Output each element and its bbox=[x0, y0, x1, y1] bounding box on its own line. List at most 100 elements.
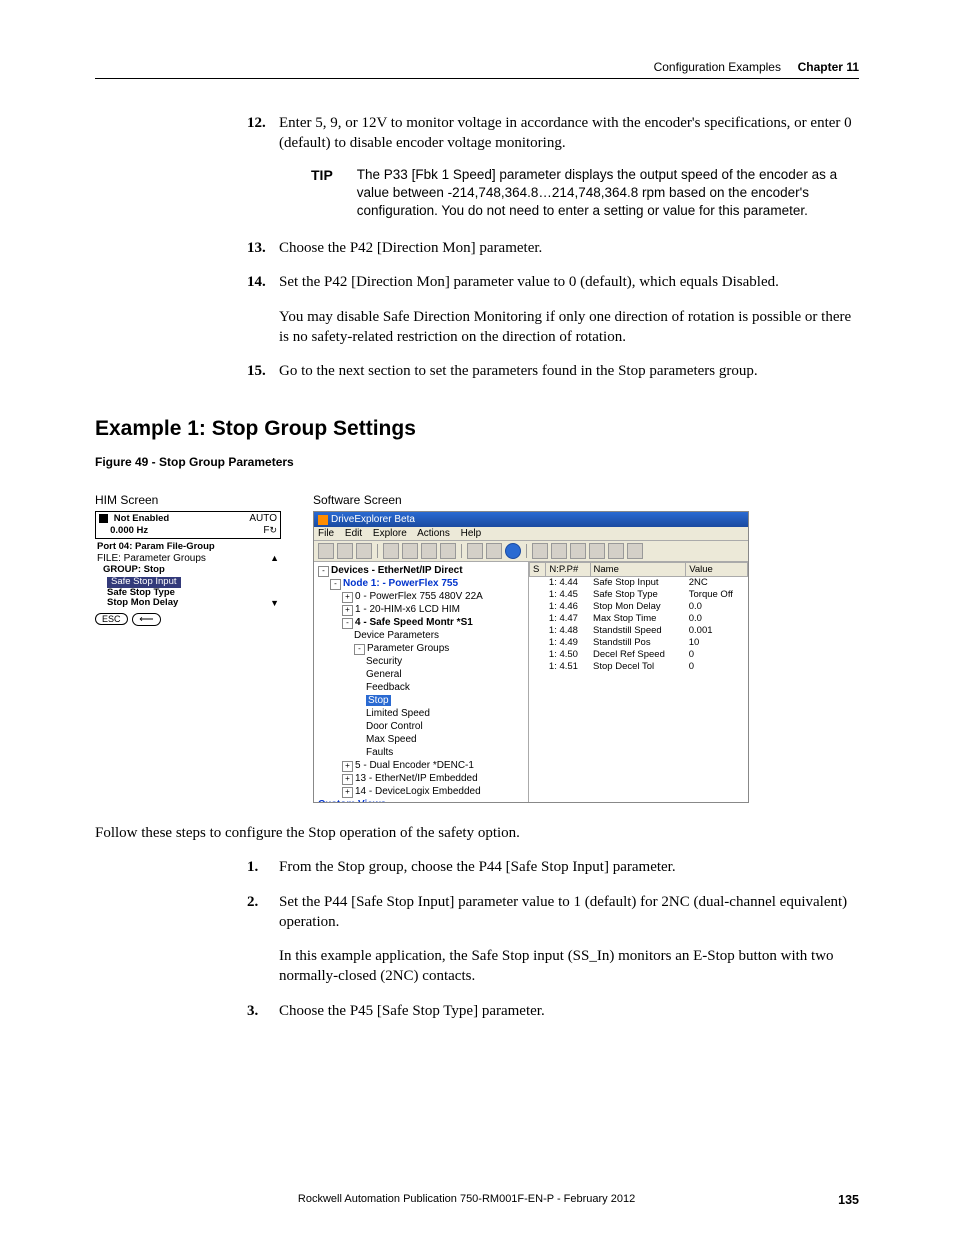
table-row[interactable]: 1: 4.49Standstill Pos10 bbox=[530, 637, 748, 649]
menu-actions[interactable]: Actions bbox=[417, 528, 450, 539]
tree-pg-faults[interactable]: Faults bbox=[366, 746, 526, 759]
page: Configuration Examples Chapter 11 12. En… bbox=[0, 0, 954, 1235]
toolbar-sep bbox=[526, 544, 527, 558]
table-row[interactable]: 1: 4.50Decel Ref Speed0 bbox=[530, 649, 748, 661]
expand-icon[interactable]: + bbox=[342, 605, 353, 616]
step-number: 3. bbox=[247, 1001, 258, 1021]
table-row[interactable]: 1: 4.45Safe Stop TypeTorque Off bbox=[530, 589, 748, 601]
collapse-icon[interactable]: - bbox=[318, 566, 329, 577]
collapse-icon[interactable]: - bbox=[330, 579, 341, 590]
page-footer: Rockwell Automation Publication 750-RM00… bbox=[95, 1193, 859, 1207]
toolbar-icon[interactable] bbox=[383, 543, 399, 559]
col-name[interactable]: Name bbox=[590, 563, 686, 577]
him-status-text: Not Enabled bbox=[114, 513, 169, 524]
collapse-icon[interactable]: - bbox=[354, 644, 365, 655]
toolbar-icon[interactable] bbox=[467, 543, 483, 559]
him-item-selected[interactable]: Safe Stop Input bbox=[107, 577, 181, 588]
menu-bar: File Edit Explore Actions Help bbox=[314, 527, 748, 541]
menu-file[interactable]: File bbox=[318, 528, 334, 539]
toolbar-icon[interactable] bbox=[440, 543, 456, 559]
toolbar-icon[interactable] bbox=[608, 543, 624, 559]
step-number: 1. bbox=[247, 857, 258, 877]
tree-pg-general[interactable]: General bbox=[366, 668, 526, 681]
tree-param-groups[interactable]: Parameter Groups bbox=[367, 643, 449, 654]
step-number: 15. bbox=[247, 361, 266, 381]
col-np[interactable]: N:P.P# bbox=[546, 563, 590, 577]
step-number: 13. bbox=[247, 238, 266, 258]
toolbar-icon[interactable] bbox=[551, 543, 567, 559]
step-text: Choose the P42 [Direction Mon] parameter… bbox=[279, 240, 542, 256]
step-text: Set the P42 [Direction Mon] parameter va… bbox=[279, 274, 779, 290]
menu-explore[interactable]: Explore bbox=[373, 528, 407, 539]
expand-icon[interactable]: + bbox=[342, 774, 353, 785]
toolbar bbox=[314, 541, 748, 562]
tree-node-1[interactable]: Node 1: - PowerFlex 755 bbox=[343, 578, 458, 589]
expand-icon[interactable]: + bbox=[342, 787, 353, 798]
toolbar-icon[interactable] bbox=[570, 543, 586, 559]
him-item[interactable]: Stop Mon Delay bbox=[107, 598, 178, 610]
tree-pg-limited-speed[interactable]: Limited Speed bbox=[366, 707, 526, 720]
toolbar-icon[interactable] bbox=[337, 543, 353, 559]
software-label: Software Screen bbox=[313, 493, 749, 507]
tree-pg-stop-selected[interactable]: Stop bbox=[366, 695, 391, 706]
step-text-extra: In this example application, the Safe St… bbox=[279, 946, 859, 987]
him-panel: Not Enabled 0.000 Hz AUTO F Port 04: Par… bbox=[95, 511, 281, 626]
menu-edit[interactable]: Edit bbox=[345, 528, 362, 539]
tip-label: TIP bbox=[311, 166, 357, 221]
toolbar-icon[interactable] bbox=[532, 543, 548, 559]
screens-row: HIM Screen Not Enabled 0.000 Hz AUTO F bbox=[95, 493, 859, 803]
tree-dev-14[interactable]: 14 - DeviceLogix Embedded bbox=[355, 786, 481, 797]
tree-device-params[interactable]: Device Parameters bbox=[354, 629, 526, 642]
device-tree[interactable]: -Devices - EtherNet/IP Direct -Node 1: -… bbox=[314, 562, 529, 802]
window-title: DriveExplorer Beta bbox=[331, 514, 415, 525]
steps-lower: 1. From the Stop group, choose the P44 [… bbox=[247, 857, 859, 1021]
parameter-grid[interactable]: S N:P.P# Name Value 1: 4.44Safe Stop Inp… bbox=[529, 562, 748, 802]
parameter-table: S N:P.P# Name Value 1: 4.44Safe Stop Inp… bbox=[529, 562, 748, 672]
step-1: 1. From the Stop group, choose the P44 [… bbox=[247, 857, 859, 877]
toolbar-icon[interactable] bbox=[627, 543, 643, 559]
step-2: 2. Set the P44 [Safe Stop Input] paramet… bbox=[247, 892, 859, 987]
tree-root[interactable]: Devices - EtherNet/IP Direct bbox=[331, 565, 463, 576]
tree-dev-0[interactable]: 0 - PowerFlex 755 480V 22A bbox=[355, 591, 483, 602]
tree-dev-5[interactable]: 5 - Dual Encoder *DENC-1 bbox=[355, 760, 474, 771]
back-arrow-button[interactable]: ⟵ bbox=[132, 613, 160, 627]
him-screen: HIM Screen Not Enabled 0.000 Hz AUTO F bbox=[95, 493, 281, 626]
tree-dev-4[interactable]: 4 - Safe Speed Montr *S1 bbox=[355, 617, 473, 628]
toolbar-icon[interactable] bbox=[318, 543, 334, 559]
col-value[interactable]: Value bbox=[686, 563, 748, 577]
col-s[interactable]: S bbox=[530, 563, 546, 577]
table-row[interactable]: 1: 4.51Stop Decel Tol0 bbox=[530, 661, 748, 673]
tree-pg-feedback[interactable]: Feedback bbox=[366, 681, 526, 694]
table-row[interactable]: 1: 4.47Max Stop Time0.0 bbox=[530, 613, 748, 625]
tree-pg-door-control[interactable]: Door Control bbox=[366, 720, 526, 733]
toolbar-icon[interactable] bbox=[486, 543, 502, 559]
him-hz: 0.000 Hz bbox=[110, 525, 148, 536]
toolbar-icon[interactable] bbox=[589, 543, 605, 559]
esc-button[interactable]: ESC bbox=[95, 613, 128, 625]
toolbar-icon[interactable] bbox=[402, 543, 418, 559]
toolbar-icon[interactable] bbox=[421, 543, 437, 559]
table-row[interactable]: 1: 4.44Safe Stop Input2NC bbox=[530, 577, 748, 589]
collapse-icon[interactable]: - bbox=[342, 618, 353, 629]
step-text: From the Stop group, choose the P44 [Saf… bbox=[279, 859, 676, 875]
him-group: GROUP: Stop bbox=[101, 565, 281, 576]
toolbar-icon[interactable] bbox=[356, 543, 372, 559]
table-row[interactable]: 1: 4.46Stop Mon Delay0.0 bbox=[530, 601, 748, 613]
expand-icon[interactable]: + bbox=[342, 592, 353, 603]
expand-icon[interactable]: + bbox=[342, 761, 353, 772]
tree-dev-1[interactable]: 1 - 20-HIM-x6 LCD HIM bbox=[355, 604, 460, 615]
info-icon[interactable] bbox=[505, 543, 521, 559]
software-window: DriveExplorer Beta File Edit Explore Act… bbox=[313, 511, 749, 803]
table-row[interactable]: 1: 4.48Standstill Speed0.001 bbox=[530, 625, 748, 637]
menu-help[interactable]: Help bbox=[461, 528, 482, 539]
tree-pg-security[interactable]: Security bbox=[366, 655, 526, 668]
step-text: Choose the P45 [Safe Stop Type] paramete… bbox=[279, 1003, 545, 1019]
him-label: HIM Screen bbox=[95, 493, 281, 507]
tree-dev-13[interactable]: 13 - EtherNet/IP Embedded bbox=[355, 773, 478, 784]
footer-page-number: 135 bbox=[838, 1193, 859, 1207]
tree-custom-views[interactable]: Custom Views bbox=[318, 799, 386, 802]
him-file: FILE: Parameter Groups bbox=[97, 553, 206, 565]
tree-pg-max-speed[interactable]: Max Speed bbox=[366, 733, 526, 746]
him-status-box: Not Enabled 0.000 Hz AUTO F bbox=[95, 511, 281, 539]
step-number: 14. bbox=[247, 272, 266, 292]
